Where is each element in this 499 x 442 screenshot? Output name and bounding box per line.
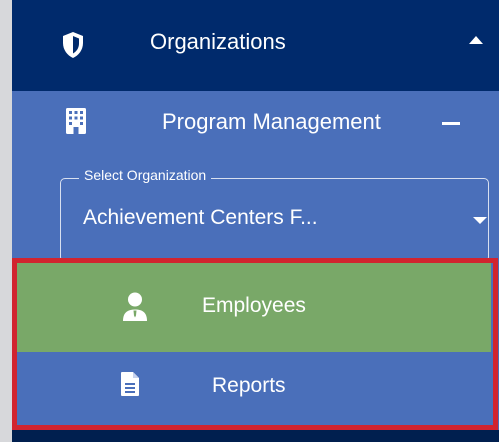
building-icon — [66, 108, 86, 134]
left-rail — [0, 0, 12, 442]
sidebar-panel: Organizations Program Management Select … — [0, 0, 499, 442]
chevron-up-icon[interactable] — [469, 36, 483, 44]
sidebar-item-label: Program Management — [162, 109, 381, 134]
highlight-annotation — [12, 258, 498, 430]
sidebar-item-program-management[interactable]: Program Management — [12, 91, 499, 157]
select-organization-dropdown[interactable]: Select Organization Achievement Centers … — [60, 167, 489, 262]
sidebar-item-label: Organizations — [150, 29, 286, 54]
select-organization-value: Achievement Centers F... — [83, 206, 318, 229]
shield-icon — [63, 32, 83, 58]
sidebar-item-organizations[interactable]: Organizations — [12, 0, 499, 91]
collapse-icon[interactable] — [442, 122, 460, 125]
chevron-down-icon[interactable] — [473, 217, 487, 224]
sidebar-footer — [12, 430, 499, 442]
select-organization-label: Select Organization — [79, 167, 212, 183]
